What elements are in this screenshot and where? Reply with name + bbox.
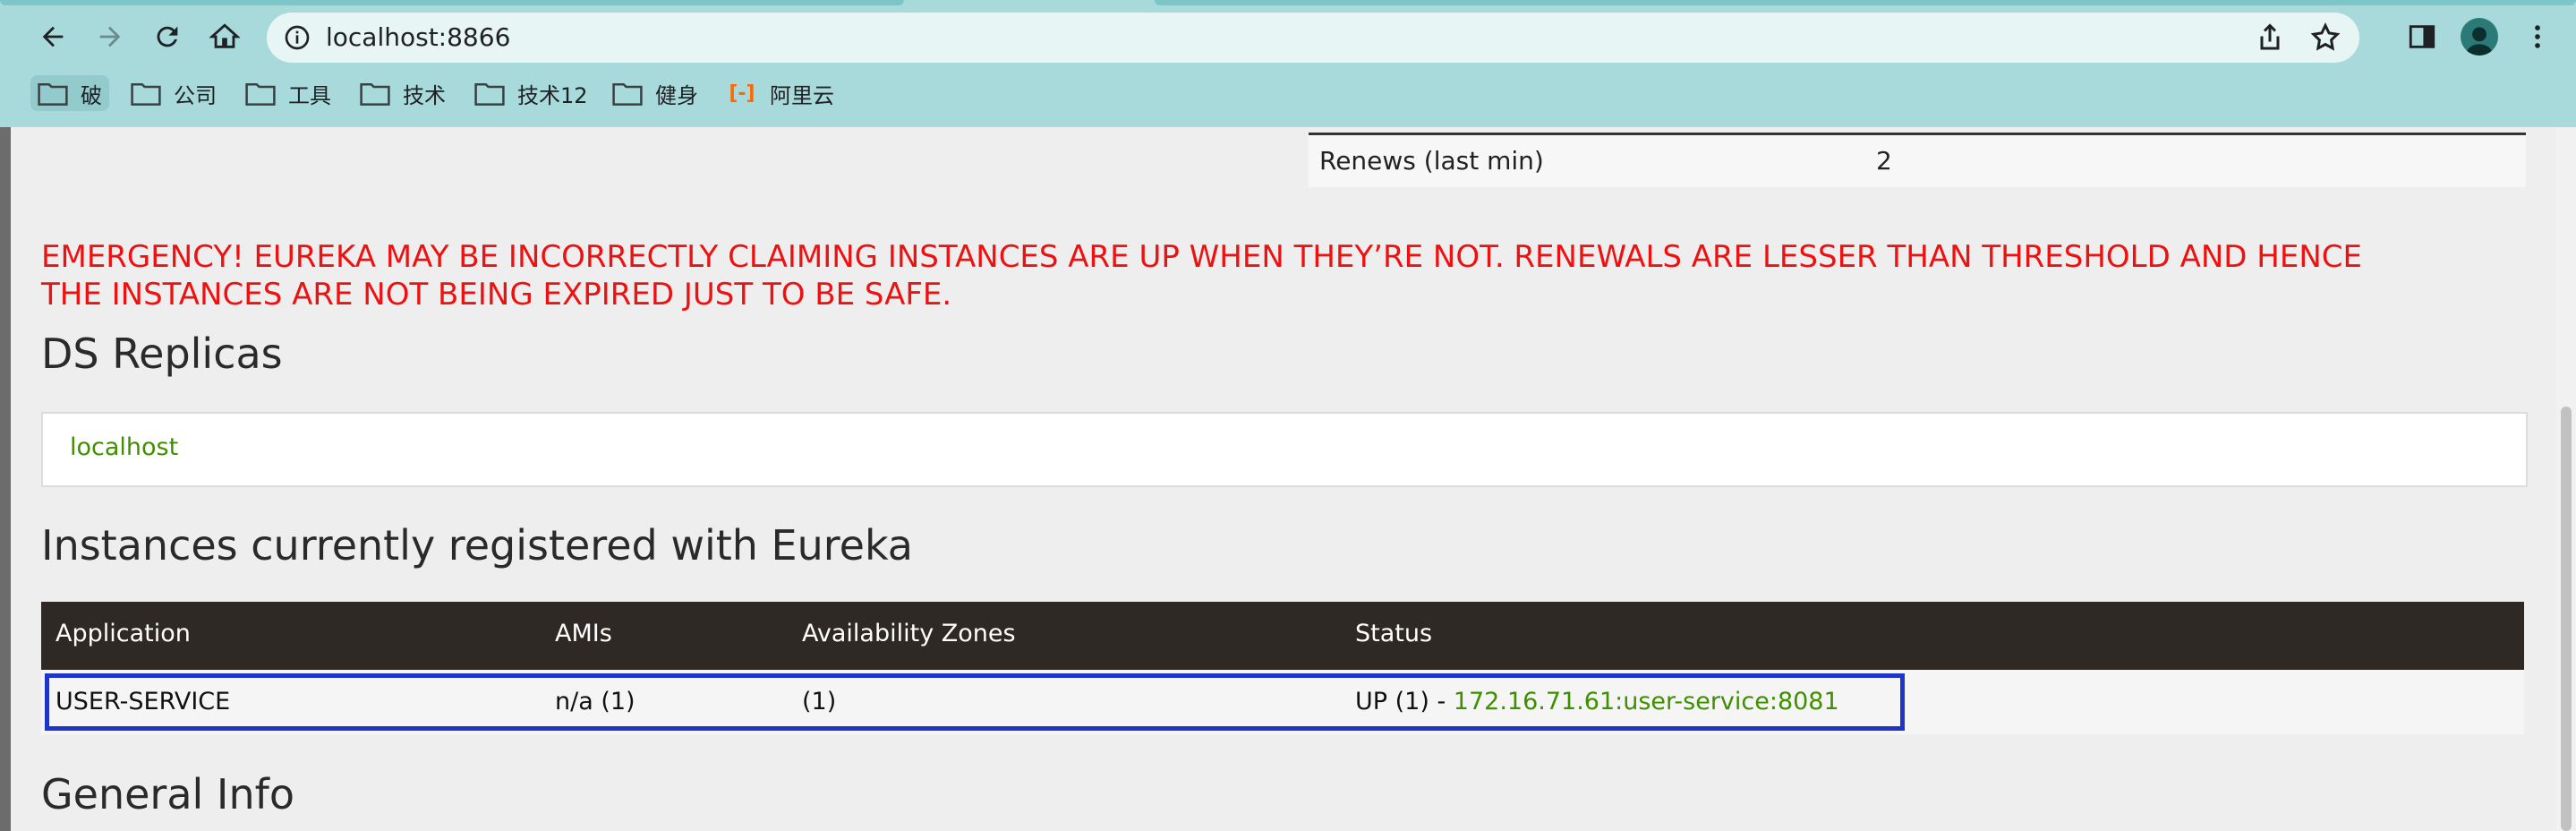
folder-icon bbox=[360, 82, 390, 106]
side-panel-icon bbox=[2409, 25, 2435, 48]
bookmark-label: 公司 bbox=[174, 82, 217, 108]
table-header: Application AMIs Availability Zones Stat… bbox=[41, 602, 2524, 670]
home-button[interactable] bbox=[202, 14, 247, 59]
person-icon bbox=[2465, 27, 2494, 56]
stats-label: Renews (last min) bbox=[1319, 146, 1544, 176]
address-bar[interactable]: localhost:8866 bbox=[267, 13, 2359, 63]
tab-strip bbox=[0, 0, 2576, 5]
emergency-line-1: EMERGENCY! EUREKA MAY BE INCORRECTLY CLA… bbox=[41, 239, 2362, 275]
page-viewport: Renews (last min) 2 EMERGENCY! EUREKA MA… bbox=[0, 127, 2576, 831]
arrow-right-icon bbox=[99, 26, 121, 47]
star-icon bbox=[2310, 22, 2341, 51]
url-text[interactable]: localhost:8866 bbox=[326, 23, 510, 52]
side-panel-button[interactable] bbox=[2400, 14, 2444, 59]
share-button[interactable] bbox=[2254, 21, 2286, 54]
replicas-heading: DS Replicas bbox=[41, 330, 283, 378]
scrollbar[interactable] bbox=[2556, 127, 2576, 831]
bookmark-label: 阿里云 bbox=[770, 82, 834, 108]
emergency-warning: EMERGENCY! EUREKA MAY BE INCORRECTLY CLA… bbox=[41, 238, 2529, 313]
bookmark-folder[interactable]: 技术12 bbox=[474, 75, 588, 111]
bookmark-star-button[interactable] bbox=[2309, 21, 2341, 54]
back-button[interactable] bbox=[30, 14, 75, 59]
scrollbar-thumb[interactable] bbox=[2561, 407, 2572, 831]
folder-icon bbox=[474, 82, 505, 106]
home-icon bbox=[209, 23, 240, 48]
bookmark-label: 健身 bbox=[655, 82, 698, 108]
replica-link[interactable]: localhost bbox=[70, 433, 178, 461]
general-info-heading: General Info bbox=[41, 770, 294, 818]
folder-icon bbox=[38, 82, 68, 106]
folder-icon bbox=[245, 82, 276, 106]
forward-button[interactable] bbox=[88, 14, 132, 59]
reload-button[interactable] bbox=[145, 14, 190, 59]
profile-button[interactable] bbox=[2457, 14, 2502, 59]
table-row: Renews (last min) 2 bbox=[1309, 135, 2526, 187]
more-vert-icon bbox=[2535, 25, 2540, 48]
col-amis: AMIs bbox=[555, 620, 612, 647]
bookmark-aliyun[interactable]: [-] 阿里云 bbox=[727, 75, 834, 111]
aliyun-logo-icon: [-] bbox=[729, 81, 755, 105]
tab-next[interactable] bbox=[1155, 0, 2576, 5]
bookmark-folder[interactable]: 工具 bbox=[245, 75, 331, 111]
folder-icon bbox=[131, 82, 161, 106]
bookmark-label: 破 bbox=[81, 82, 102, 108]
share-icon bbox=[2260, 23, 2280, 50]
instances-table: Application AMIs Availability Zones Stat… bbox=[41, 602, 2524, 734]
avatar bbox=[2461, 18, 2498, 56]
bookmark-folder[interactable]: 健身 bbox=[612, 75, 698, 111]
bookmark-folder[interactable]: 公司 bbox=[131, 75, 217, 111]
bookmark-label: 工具 bbox=[288, 82, 331, 108]
bookmark-label: 技术 bbox=[403, 82, 446, 108]
reload-icon bbox=[157, 26, 178, 47]
info-icon[interactable] bbox=[283, 23, 311, 52]
col-status: Status bbox=[1355, 620, 1433, 647]
highlight-box bbox=[45, 673, 1905, 731]
stats-value: 2 bbox=[1876, 146, 1892, 176]
col-application: Application bbox=[55, 620, 191, 647]
window-edge bbox=[0, 127, 11, 831]
arrow-left-icon bbox=[42, 26, 64, 47]
bookmarks-bar: 破 公司 工具 技术 技术12 健身 [-] 阿里云 bbox=[0, 72, 2576, 116]
folder-icon bbox=[612, 82, 643, 106]
tab-previous[interactable] bbox=[0, 0, 904, 5]
menu-button[interactable] bbox=[2515, 14, 2560, 59]
bookmark-folder[interactable]: 技术 bbox=[360, 75, 446, 111]
table-row: USER-SERVICE n/a (1) (1) UP (1) - 172.16… bbox=[41, 670, 2524, 734]
browser-chrome: localhost:8866 破 公司 工具 技术 技术12 健身 [-] 阿里… bbox=[0, 0, 2576, 127]
replicas-list: localhost bbox=[41, 412, 2528, 487]
col-zones: Availability Zones bbox=[802, 620, 1016, 647]
stats-table: Renews (last min) 2 bbox=[1309, 133, 2526, 187]
emergency-line-2: THE INSTANCES ARE NOT BEING EXPIRED JUST… bbox=[41, 277, 952, 313]
instances-heading: Instances currently registered with Eure… bbox=[41, 521, 913, 570]
bookmark-folder[interactable]: 破 bbox=[30, 75, 109, 111]
bookmark-label: 技术12 bbox=[517, 82, 588, 108]
